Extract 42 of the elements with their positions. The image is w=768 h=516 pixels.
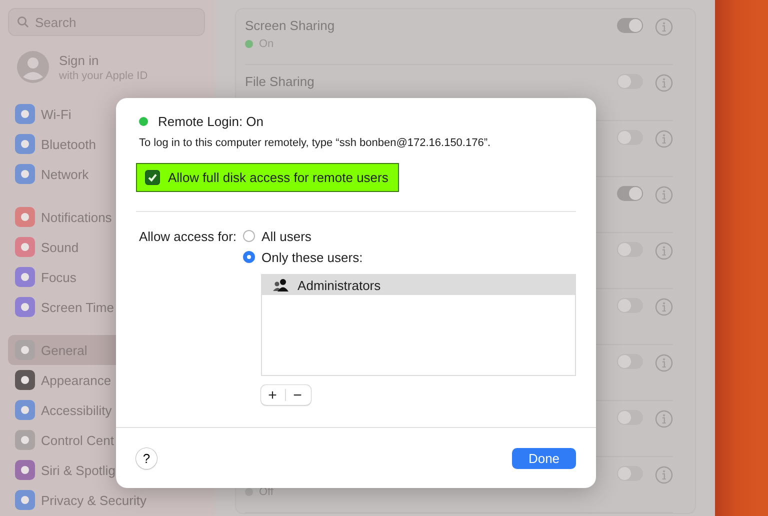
sidebar-item[interactable]: Screen Time — [8, 292, 205, 322]
instructions-text: To log in to this computer remotely, type “ssh bonben@172.16.150.176”. — [139, 137, 492, 149]
sidebar-item[interactable]: Privacy & Security — [8, 485, 205, 515]
sign-in-label[interactable]: Sign in — [59, 52, 148, 68]
service-title: File Sharing — [245, 74, 316, 90]
info-icon[interactable] — [655, 18, 673, 36]
done-button[interactable]: Done — [512, 448, 576, 468]
user-row[interactable]: Administrators — [262, 275, 575, 295]
toggle-switch[interactable] — [617, 186, 643, 201]
radio-button[interactable] — [242, 251, 255, 263]
radio-option[interactable]: All users — [242, 228, 576, 244]
info-icon[interactable] — [655, 74, 673, 92]
checkmark-icon — [147, 172, 158, 183]
info-icon[interactable] — [655, 186, 673, 204]
remove-button[interactable]: − — [286, 385, 310, 405]
sidebar-item[interactable]: Appearance — [8, 365, 205, 395]
checkbox[interactable] — [145, 170, 160, 185]
toggle-switch[interactable] — [617, 410, 643, 425]
toggle-switch[interactable] — [617, 130, 643, 145]
toggle-switch[interactable] — [617, 74, 643, 89]
dialog-title: Remote Login: On — [158, 114, 264, 129]
add-button[interactable]: + — [260, 385, 285, 405]
radio-option[interactable]: Only these users: — [242, 249, 576, 265]
info-icon[interactable] — [655, 466, 673, 484]
avatar-icon[interactable] — [17, 51, 49, 83]
toggle-switch[interactable] — [617, 466, 643, 481]
toggle-switch[interactable] — [617, 18, 643, 33]
info-icon[interactable] — [655, 354, 673, 372]
toggle-switch[interactable] — [617, 354, 643, 369]
toggle-switch[interactable] — [617, 242, 643, 257]
sidebar-item[interactable]: Focus — [8, 262, 205, 292]
sidebar-item[interactable]: Accessibility — [8, 395, 205, 425]
info-icon[interactable] — [655, 130, 673, 148]
info-icon[interactable] — [655, 410, 673, 428]
info-icon[interactable] — [655, 242, 673, 260]
info-icon[interactable] — [655, 298, 673, 316]
toggle-switch[interactable] — [617, 298, 643, 313]
radio-button[interactable] — [242, 230, 255, 242]
service-title: Screen Sharing — [245, 18, 336, 34]
full-disk-access-checkbox[interactable]: Allow full disk access for remote users — [136, 163, 400, 192]
group-icon — [272, 278, 290, 292]
help-button[interactable]: ? — [136, 448, 157, 468]
